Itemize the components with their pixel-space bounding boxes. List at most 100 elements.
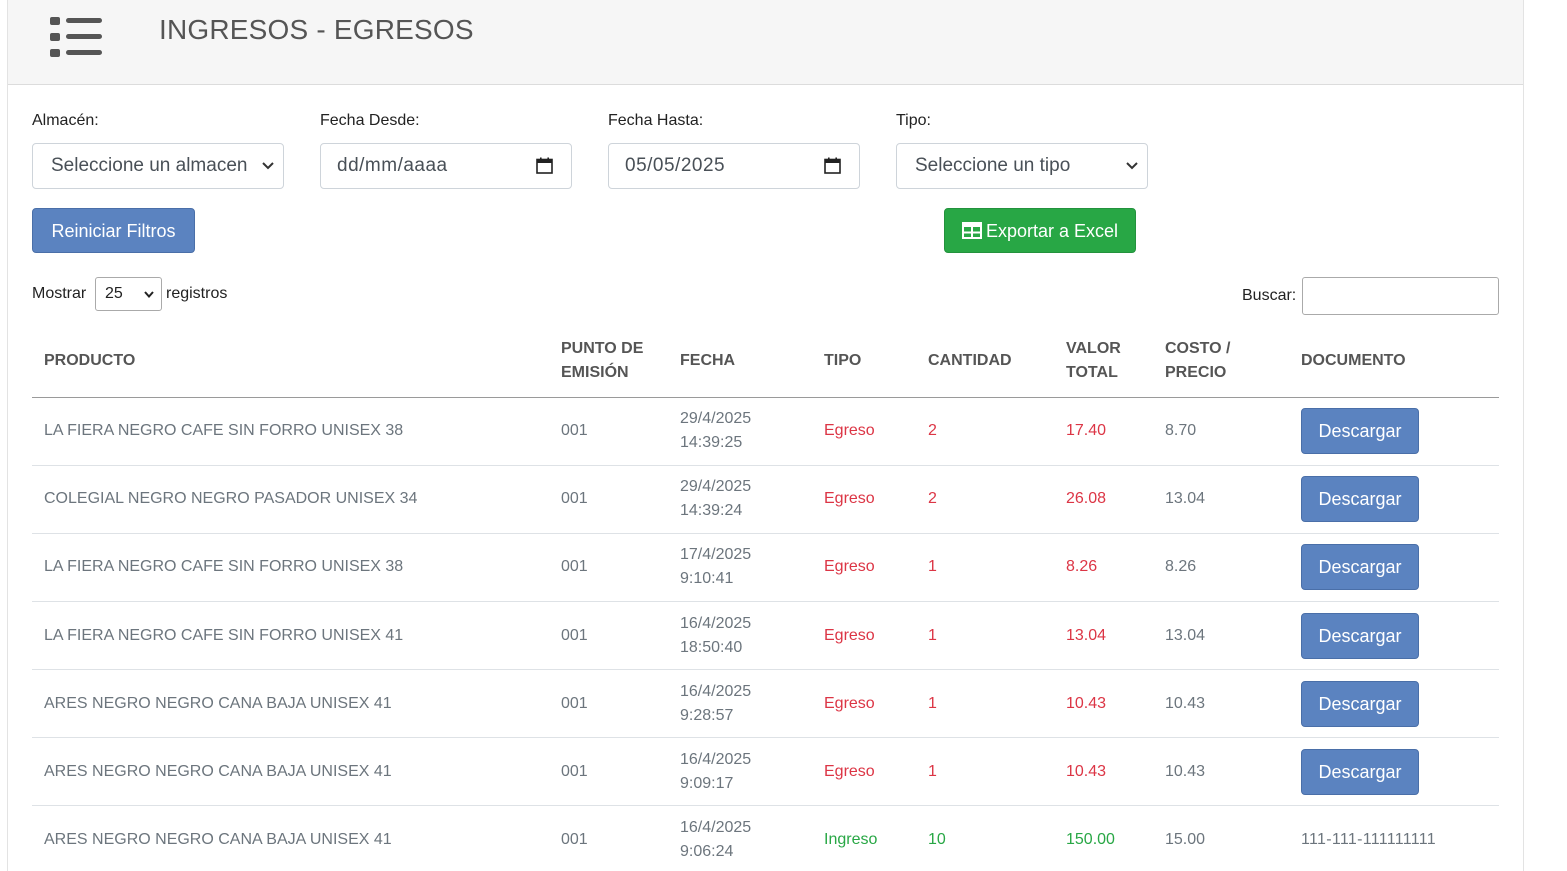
cell-documento: 111-111-111111111 xyxy=(1301,831,1436,848)
cell-fecha: 29/4/2025 14:39:24 xyxy=(680,478,752,519)
column-header-documento[interactable]: DOCUMENTO xyxy=(1301,349,1406,373)
cell-cantidad: 1 xyxy=(928,627,937,644)
download-button[interactable]: Descargar xyxy=(1301,476,1419,522)
chevron-down-icon xyxy=(144,291,154,299)
cell-tipo: Egreso xyxy=(824,763,875,780)
table-row: ARES NEGRO NEGRO CANA BAJA UNISEX 41 001… xyxy=(32,806,1499,871)
cell-punto: 001 xyxy=(561,558,588,575)
cell-punto: 001 xyxy=(561,831,588,848)
tipo-select-value: Seleccione un tipo xyxy=(915,155,1071,176)
cell-producto: LA FIERA NEGRO CAFE SIN FORRO UNISEX 38 xyxy=(44,422,404,439)
page-header: INGRESOS - EGRESOS xyxy=(8,0,1523,85)
table-row: LA FIERA NEGRO CAFE SIN FORRO UNISEX 38 … xyxy=(32,398,1499,466)
cell-tipo: Egreso xyxy=(824,695,875,712)
export-excel-label: Exportar a Excel xyxy=(985,221,1119,241)
cell-costo: 13.04 xyxy=(1165,627,1206,644)
records-label: registros xyxy=(166,285,228,302)
cell-tipo: Egreso xyxy=(824,558,875,575)
cell-valor-total: 13.04 xyxy=(1066,627,1107,644)
almacen-select-value: Seleccione un almacen xyxy=(51,155,248,176)
cell-tipo: Ingreso xyxy=(824,831,878,848)
table-row: LA FIERA NEGRO CAFE SIN FORRO UNISEX 41 … xyxy=(32,602,1499,670)
column-header-costo-precio[interactable]: COSTO / PRECIO xyxy=(1165,337,1231,385)
cell-producto: ARES NEGRO NEGRO CANA BAJA UNISEX 41 xyxy=(44,763,392,780)
cell-producto: COLEGIAL NEGRO NEGRO PASADOR UNISEX 34 xyxy=(44,490,418,507)
cell-producto: ARES NEGRO NEGRO CANA BAJA UNISEX 41 xyxy=(44,831,392,848)
cell-producto: LA FIERA NEGRO CAFE SIN FORRO UNISEX 38 xyxy=(44,558,404,575)
search-label: Buscar: xyxy=(1242,287,1297,304)
fecha-desde-label: Fecha Desde: xyxy=(320,112,420,129)
cell-valor-total: 17.40 xyxy=(1066,422,1107,439)
column-header-tipo[interactable]: TIPO xyxy=(824,349,861,373)
calendar-icon[interactable] xyxy=(824,157,841,174)
cell-costo: 15.00 xyxy=(1165,831,1206,848)
download-button[interactable]: Descargar xyxy=(1301,613,1419,659)
cell-punto: 001 xyxy=(561,763,588,780)
cell-cantidad: 1 xyxy=(928,558,937,575)
column-header-fecha[interactable]: FECHA xyxy=(680,349,735,373)
cell-tipo: Egreso xyxy=(824,627,875,644)
cell-cantidad: 1 xyxy=(928,763,937,780)
cell-cantidad: 2 xyxy=(928,422,937,439)
table-icon xyxy=(961,222,982,239)
cell-punto: 001 xyxy=(561,490,588,507)
cell-valor-total: 8.26 xyxy=(1066,558,1098,575)
table-row: COLEGIAL NEGRO NEGRO PASADOR UNISEX 34 0… xyxy=(32,466,1499,534)
reset-filters-button[interactable]: Reiniciar Filtros xyxy=(32,208,195,253)
show-label: Mostrar xyxy=(32,285,87,302)
cell-valor-total: 10.43 xyxy=(1066,763,1107,780)
cell-cantidad: 2 xyxy=(928,490,937,507)
cell-costo: 10.43 xyxy=(1165,695,1206,712)
tipo-select[interactable]: Seleccione un tipo xyxy=(896,143,1148,189)
cell-cantidad: 1 xyxy=(928,695,937,712)
fecha-hasta-label: Fecha Hasta: xyxy=(608,112,704,129)
cell-fecha: 16/4/2025 9:09:17 xyxy=(680,751,752,792)
cell-fecha: 17/4/2025 9:10:41 xyxy=(680,546,752,587)
cell-costo: 13.04 xyxy=(1165,490,1206,507)
download-button[interactable]: Descargar xyxy=(1301,681,1419,727)
table-row: ARES NEGRO NEGRO CANA BAJA UNISEX 41 001… xyxy=(32,670,1499,738)
search-input[interactable] xyxy=(1302,277,1499,315)
cell-cantidad: 10 xyxy=(928,831,946,848)
cell-valor-total: 10.43 xyxy=(1066,695,1107,712)
cell-producto: LA FIERA NEGRO CAFE SIN FORRO UNISEX 41 xyxy=(44,627,404,644)
cell-punto: 001 xyxy=(561,422,588,439)
export-excel-button[interactable]: Exportar a Excel xyxy=(944,208,1136,253)
cell-punto: 001 xyxy=(561,695,588,712)
cell-tipo: Egreso xyxy=(824,422,875,439)
cell-fecha: 16/4/2025 18:50:40 xyxy=(680,615,752,656)
download-button[interactable]: Descargar xyxy=(1301,544,1419,590)
cell-fecha: 16/4/2025 9:06:24 xyxy=(680,819,752,860)
almacen-label: Almacén: xyxy=(32,112,99,129)
download-button[interactable]: Descargar xyxy=(1301,408,1419,454)
table-row: LA FIERA NEGRO CAFE SIN FORRO UNISEX 38 … xyxy=(32,534,1499,602)
fecha-desde-value: dd/mm/aaaa xyxy=(337,155,448,176)
fecha-desde-input[interactable]: dd/mm/aaaa xyxy=(320,143,572,189)
page-title: INGRESOS - EGRESOS xyxy=(159,14,474,45)
cell-valor-total: 150.00 xyxy=(1066,831,1115,848)
chevron-down-icon xyxy=(262,162,274,170)
chevron-down-icon xyxy=(1126,162,1138,170)
download-button[interactable]: Descargar xyxy=(1301,749,1419,795)
column-header-producto[interactable]: PRODUCTO xyxy=(44,349,135,373)
cell-producto: ARES NEGRO NEGRO CANA BAJA UNISEX 41 xyxy=(44,695,392,712)
cell-fecha: 29/4/2025 14:39:25 xyxy=(680,410,752,451)
app-frame: INGRESOS - EGRESOS Almacén: Seleccione u… xyxy=(7,0,1524,871)
fecha-hasta-input[interactable]: 05/05/2025 xyxy=(608,143,860,189)
cell-fecha: 16/4/2025 9:28:57 xyxy=(680,683,752,724)
column-header-valor-total[interactable]: VALOR TOTAL xyxy=(1066,337,1121,385)
page-length-select[interactable]: 25 xyxy=(95,277,162,311)
table-row: ARES NEGRO NEGRO CANA BAJA UNISEX 41 001… xyxy=(32,738,1499,806)
cell-tipo: Egreso xyxy=(824,490,875,507)
column-header-cantidad[interactable]: CANTIDAD xyxy=(928,349,1012,373)
column-header-punto-emision[interactable]: PUNTO DE EMISIÓN xyxy=(561,337,643,385)
page-length-value: 25 xyxy=(105,285,123,302)
cell-costo: 8.70 xyxy=(1165,422,1197,439)
cell-costo: 10.43 xyxy=(1165,763,1206,780)
cell-costo: 8.26 xyxy=(1165,558,1197,575)
calendar-icon[interactable] xyxy=(536,157,553,174)
hamburger-list-icon[interactable] xyxy=(50,16,104,58)
cell-punto: 001 xyxy=(561,627,588,644)
tipo-label: Tipo: xyxy=(896,112,931,129)
almacen-select[interactable]: Seleccione un almacen xyxy=(32,143,284,189)
